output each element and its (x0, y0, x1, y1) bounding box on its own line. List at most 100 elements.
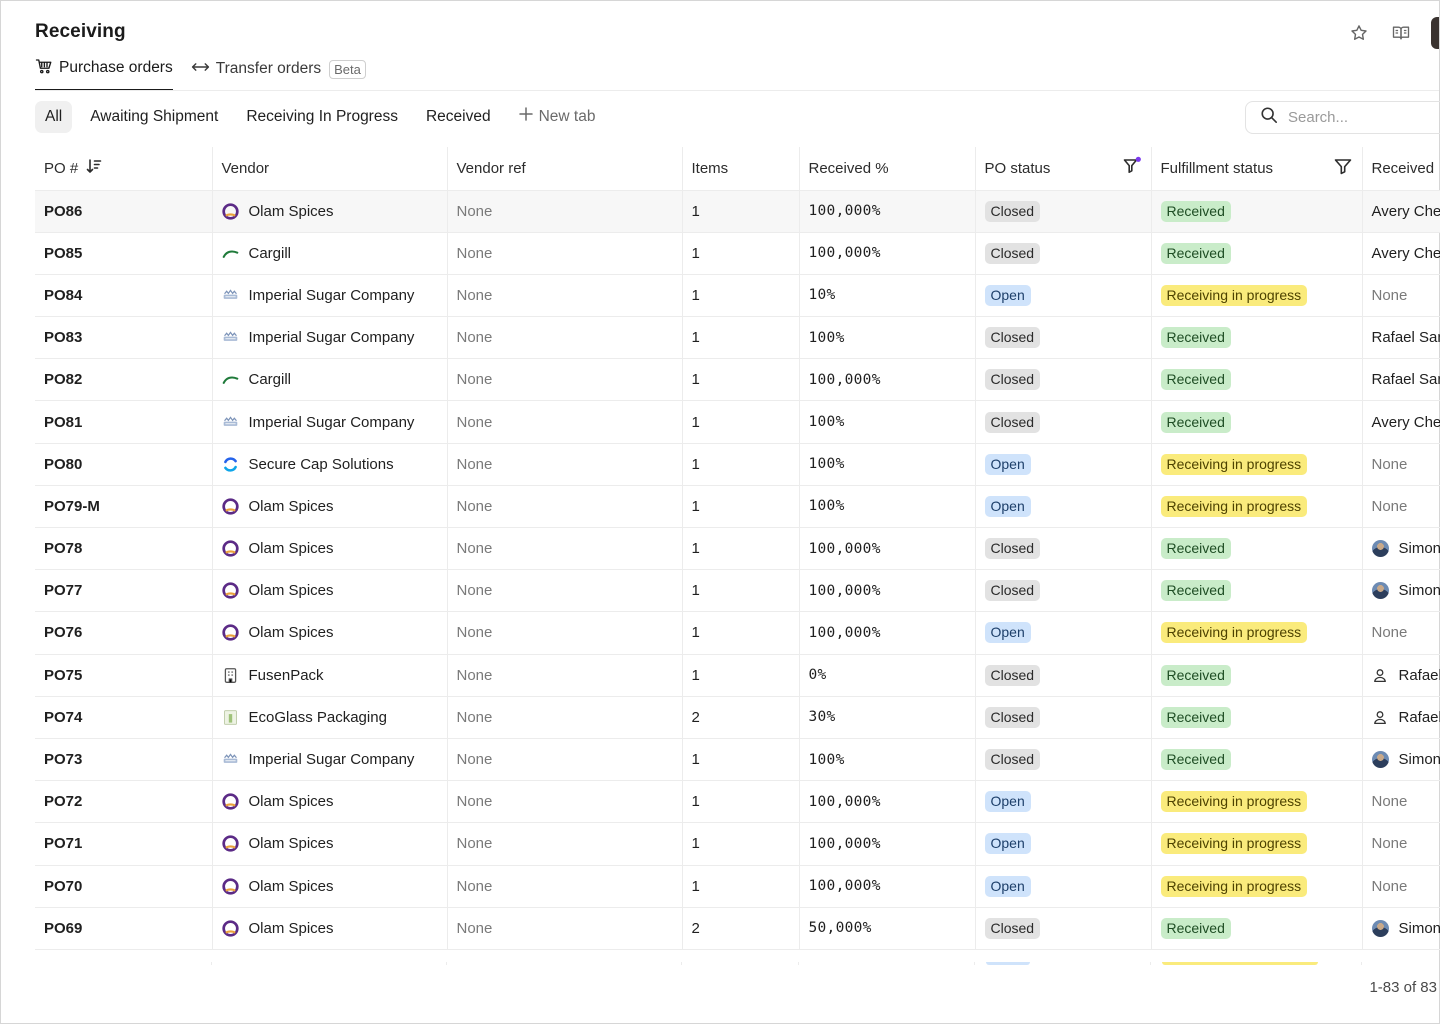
received-by-name: None (1371, 497, 1408, 515)
sort-desc-icon[interactable] (86, 158, 102, 178)
received-by-name: None (1371, 455, 1408, 473)
table-row[interactable]: PO71 Olam Spices None 1 100,000% Open Receivin… (35, 822, 1440, 866)
tab-received[interactable]: Received (416, 101, 501, 133)
vendor-cell[interactable]: FusenPack (212, 654, 448, 697)
fulfillment-status-badge: Receiving in progress (1160, 875, 1308, 897)
col-header-po-status[interactable]: PO status (975, 147, 1152, 191)
received-pct-cell: 10% (799, 274, 976, 318)
table-row[interactable]: PO85 Cargill None 1 100,000% Closed Received Av… (35, 232, 1440, 275)
search-box[interactable] (1245, 101, 1440, 134)
search-input[interactable] (1288, 109, 1438, 126)
table-row[interactable]: PO77 Olam Spices None 1 100,000% Closed Receiv… (35, 569, 1440, 613)
col-header-received-pct[interactable]: Received % (799, 147, 976, 191)
table-row[interactable]: PO76 Olam Spices None 1 100,000% Open Receivin… (35, 611, 1440, 655)
book-icon[interactable] (1385, 17, 1417, 49)
po-status-badge: Open (984, 875, 1031, 897)
po-number-cell[interactable]: PO82 (35, 358, 213, 402)
po-number-cell[interactable]: PO79-M (35, 485, 213, 529)
po-status-cell: Closed (975, 316, 1152, 360)
tab-transfer-orders[interactable]: Transfer orders Beta (191, 53, 366, 91)
vendor-ref-cell: None (447, 485, 683, 529)
vendor-cell[interactable]: Imperial Sugar Company (212, 274, 448, 318)
po-number-cell[interactable]: PO86 (35, 190, 213, 233)
fulfillment-status-cell: Received (1151, 400, 1363, 444)
vendor-cell[interactable]: Cargill (212, 358, 448, 402)
vendor-cell[interactable]: Olam Spices (212, 569, 448, 613)
ecoglass-logo-icon (222, 709, 239, 726)
po-number-cell[interactable]: PO73 (35, 738, 213, 782)
po-number-cell[interactable]: PO77 (35, 569, 213, 613)
tab-all[interactable]: All (35, 101, 73, 133)
vendor-cell[interactable]: Olam Spices (212, 865, 448, 908)
po-number-cell[interactable]: PO76 (35, 611, 213, 655)
table-row[interactable]: PO84 Imperial Sugar Company None 1 10% Open Re… (35, 274, 1440, 318)
col-header-items[interactable]: Items (682, 147, 800, 191)
table-row[interactable]: PO86 Olam Spices None 1 100,000% Closed Receiv… (35, 190, 1440, 233)
table-row[interactable]: PO69 Olam Spices None 2 50,000% Closed Receive… (35, 907, 1440, 950)
col-header-received-by[interactable]: Received (1362, 147, 1440, 191)
po-status-badge: Open (984, 622, 1031, 644)
col-header-label: PO # (44, 159, 79, 177)
vendor-cell[interactable]: Olam Spices (212, 907, 448, 950)
vendor-cell[interactable]: Olam Spices (212, 780, 448, 824)
po-number-cell[interactable]: PO74 (35, 696, 213, 739)
star-icon[interactable] (1343, 17, 1375, 49)
table-row[interactable]: PO79-M Olam Spices None 1 100% Open Receiving … (35, 485, 1440, 529)
received-by-cell: Simon (1362, 738, 1440, 782)
vendor-cell[interactable]: Olam Spices (212, 611, 448, 655)
new-tab-button[interactable]: New tab (509, 101, 606, 133)
tab-awaiting-shipment[interactable]: Awaiting Shipment (80, 101, 228, 133)
vendor-cell[interactable]: Olam Spices (212, 485, 448, 529)
vendor-cell[interactable]: Olam Spices (212, 527, 448, 571)
vendor-name: Olam Spices (248, 919, 334, 937)
po-number-cell[interactable]: PO85 (35, 232, 213, 275)
po-number-cell[interactable]: PO83 (35, 316, 213, 360)
table-row[interactable]: PO80 Secure Cap Solutions None 1 100% Open Rec… (35, 443, 1440, 486)
table-row[interactable]: PO72 Olam Spices None 1 100,000% Open Receivin… (35, 780, 1440, 824)
po-number-cell[interactable]: PO84 (35, 274, 213, 318)
vendor-cell[interactable]: Cargill (212, 232, 448, 275)
filter-active-icon[interactable] (1122, 156, 1142, 180)
fulfillment-status-cell: Received (1151, 696, 1363, 739)
col-header-vendor-ref[interactable]: Vendor ref (447, 147, 683, 191)
po-number-cell[interactable]: PO72 (35, 780, 213, 824)
po-number-cell[interactable]: PO69 (35, 907, 213, 950)
tab-purchase-orders[interactable]: Purchase orders (35, 53, 173, 91)
po-number-cell[interactable]: PO80 (35, 443, 213, 486)
po-number-cell[interactable]: PO70 (35, 865, 213, 908)
col-header-po[interactable]: PO # (35, 147, 213, 191)
col-header-fulfillment-status[interactable]: Fulfillment status (1151, 147, 1363, 191)
vendor-cell[interactable]: Olam Spices (212, 190, 448, 233)
vendor-cell[interactable]: EcoGlass Packaging (212, 696, 448, 739)
table-row[interactable]: PO81 Imperial Sugar Company None 1 100% Close… (35, 400, 1440, 444)
vendor-cell[interactable]: Secure Cap Solutions (212, 443, 448, 486)
received-pct-cell: 50,000% (799, 907, 976, 950)
table-row[interactable]: PO78 Olam Spices None 1 100,000% Closed Receiv… (35, 527, 1440, 571)
po-number-cell[interactable]: PO78 (35, 527, 213, 571)
po-status-badge: Closed (984, 664, 1041, 686)
po-status-badge: Closed (984, 369, 1041, 391)
table-row[interactable]: PO83 Imperial Sugar Company None 1 100% Close… (35, 316, 1440, 360)
vendor-cell[interactable]: Imperial Sugar Company (212, 738, 448, 782)
vendor-ref-cell: None (447, 654, 683, 697)
po-number-cell[interactable]: PO75 (35, 654, 213, 697)
received-by-cell: Rafael (1362, 696, 1440, 739)
side-panel-toggle[interactable] (1431, 17, 1439, 49)
vendor-ref-cell: None (447, 865, 683, 908)
table-row[interactable]: PO74 EcoGlass Packaging None 2 30% Closed Rece… (35, 696, 1440, 739)
filter-icon[interactable] (1333, 156, 1353, 180)
fulfillment-status-badge: Received (1160, 242, 1231, 264)
tab-receiving-in-progress[interactable]: Receiving In Progress (236, 101, 408, 133)
received-pct-cell: 100,000% (799, 190, 976, 233)
po-number-cell[interactable]: PO81 (35, 400, 213, 444)
table-row[interactable]: PO82 Cargill None 1 100,000% Closed Received Ra… (35, 358, 1440, 402)
vendor-cell[interactable]: Olam Spices (212, 822, 448, 866)
po-number-cell[interactable]: PO71 (35, 822, 213, 866)
col-header-vendor[interactable]: Vendor (212, 147, 448, 191)
table-row[interactable]: PO75 FusenPack None 1 0% Closed Received Rafael (35, 654, 1440, 697)
po-status-cell: Closed (975, 400, 1152, 444)
vendor-cell[interactable]: Imperial Sugar Company (212, 316, 448, 360)
table-row[interactable]: PO73 Imperial Sugar Company None 1 100% Close… (35, 738, 1440, 782)
table-row[interactable]: PO70 Olam Spices None 1 100,000% Open Receivin… (35, 865, 1440, 908)
vendor-cell[interactable]: Imperial Sugar Company (212, 400, 448, 444)
